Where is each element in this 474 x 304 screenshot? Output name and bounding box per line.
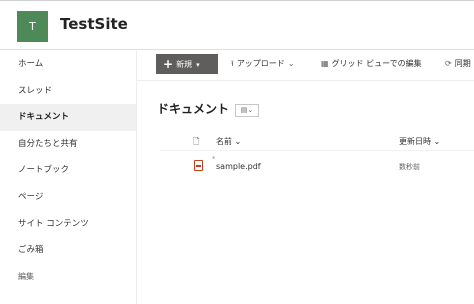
grid-view-edit-button[interactable]: ▦ グリッド ビューでの編集 <box>321 58 422 69</box>
library-header: ドキュメント ▤⌄ <box>157 98 260 117</box>
file-name-link[interactable]: sample.pdf <box>216 162 261 171</box>
nav-item-pages[interactable]: ページ <box>0 184 136 211</box>
sync-button-label: 同期 <box>454 59 471 68</box>
column-header-modified[interactable]: 更新日時 ⌄ <box>399 136 440 147</box>
nav-item-site-contents[interactable]: サイト コンテンツ <box>0 211 136 238</box>
pdf-file-icon <box>194 160 203 171</box>
chevron-down-icon: ⌄ <box>287 59 295 68</box>
nav-item-documents[interactable]: ドキュメント <box>0 104 136 131</box>
grid-view-edit-label: グリッド ビューでの編集 <box>331 59 422 68</box>
command-bar: + 新規 ▾ ⭱ アップロード ⌄ ▦ グリッド ビューでの編集 ⟳ 同期 <box>137 51 474 81</box>
chevron-down-icon: ⌄ <box>433 137 441 146</box>
site-title[interactable]: TestSite <box>60 15 128 33</box>
nav-edit-link[interactable]: 編集 <box>0 264 136 291</box>
nav-item-recycle-bin[interactable]: ごみ箱 <box>0 237 136 264</box>
nav-item-notebook[interactable]: ノートブック <box>0 157 136 184</box>
upload-button-label: アップロード <box>236 59 285 68</box>
sync-button[interactable]: ⟳ 同期 <box>445 58 471 69</box>
upload-icon: ⭱ <box>231 59 234 68</box>
file-type-header-icon[interactable]: 🗋 <box>193 136 199 150</box>
header-divider <box>160 150 474 151</box>
nav-item-shared-with-us[interactable]: 自分たちと共有 <box>0 131 136 158</box>
site-logo[interactable]: T <box>17 11 48 42</box>
table-row[interactable]: ⁎ sample.pdf 数秒前 <box>160 152 474 179</box>
column-header-name[interactable]: 名前 ⌄ <box>216 136 241 147</box>
view-options-icon[interactable]: ▤⌄ <box>235 104 260 117</box>
chevron-down-icon: ⌄ <box>234 137 242 146</box>
left-navigation: ホーム スレッド ドキュメント 自分たちと共有 ノートブック ページ サイト コ… <box>0 51 137 304</box>
nav-item-home[interactable]: ホーム <box>0 51 136 78</box>
column-header-name-label: 名前 <box>216 137 232 146</box>
suite-header: T TestSite <box>0 0 474 50</box>
new-button[interactable]: + 新規 ▾ <box>156 54 218 74</box>
file-modified: 数秒前 <box>399 163 420 171</box>
grid-icon: ▦ <box>321 59 329 68</box>
sync-icon: ⟳ <box>445 59 452 68</box>
new-file-sparkle-icon: ⁎ <box>212 154 215 161</box>
chevron-down-icon: ▾ <box>196 61 200 69</box>
upload-button[interactable]: ⭱ アップロード ⌄ <box>231 58 298 72</box>
new-button-label: 新規 <box>176 60 193 69</box>
plus-icon: + <box>163 57 174 71</box>
library-title: ドキュメント <box>157 102 230 116</box>
nav-item-threads[interactable]: スレッド <box>0 78 136 105</box>
column-header-modified-label: 更新日時 <box>399 137 431 146</box>
